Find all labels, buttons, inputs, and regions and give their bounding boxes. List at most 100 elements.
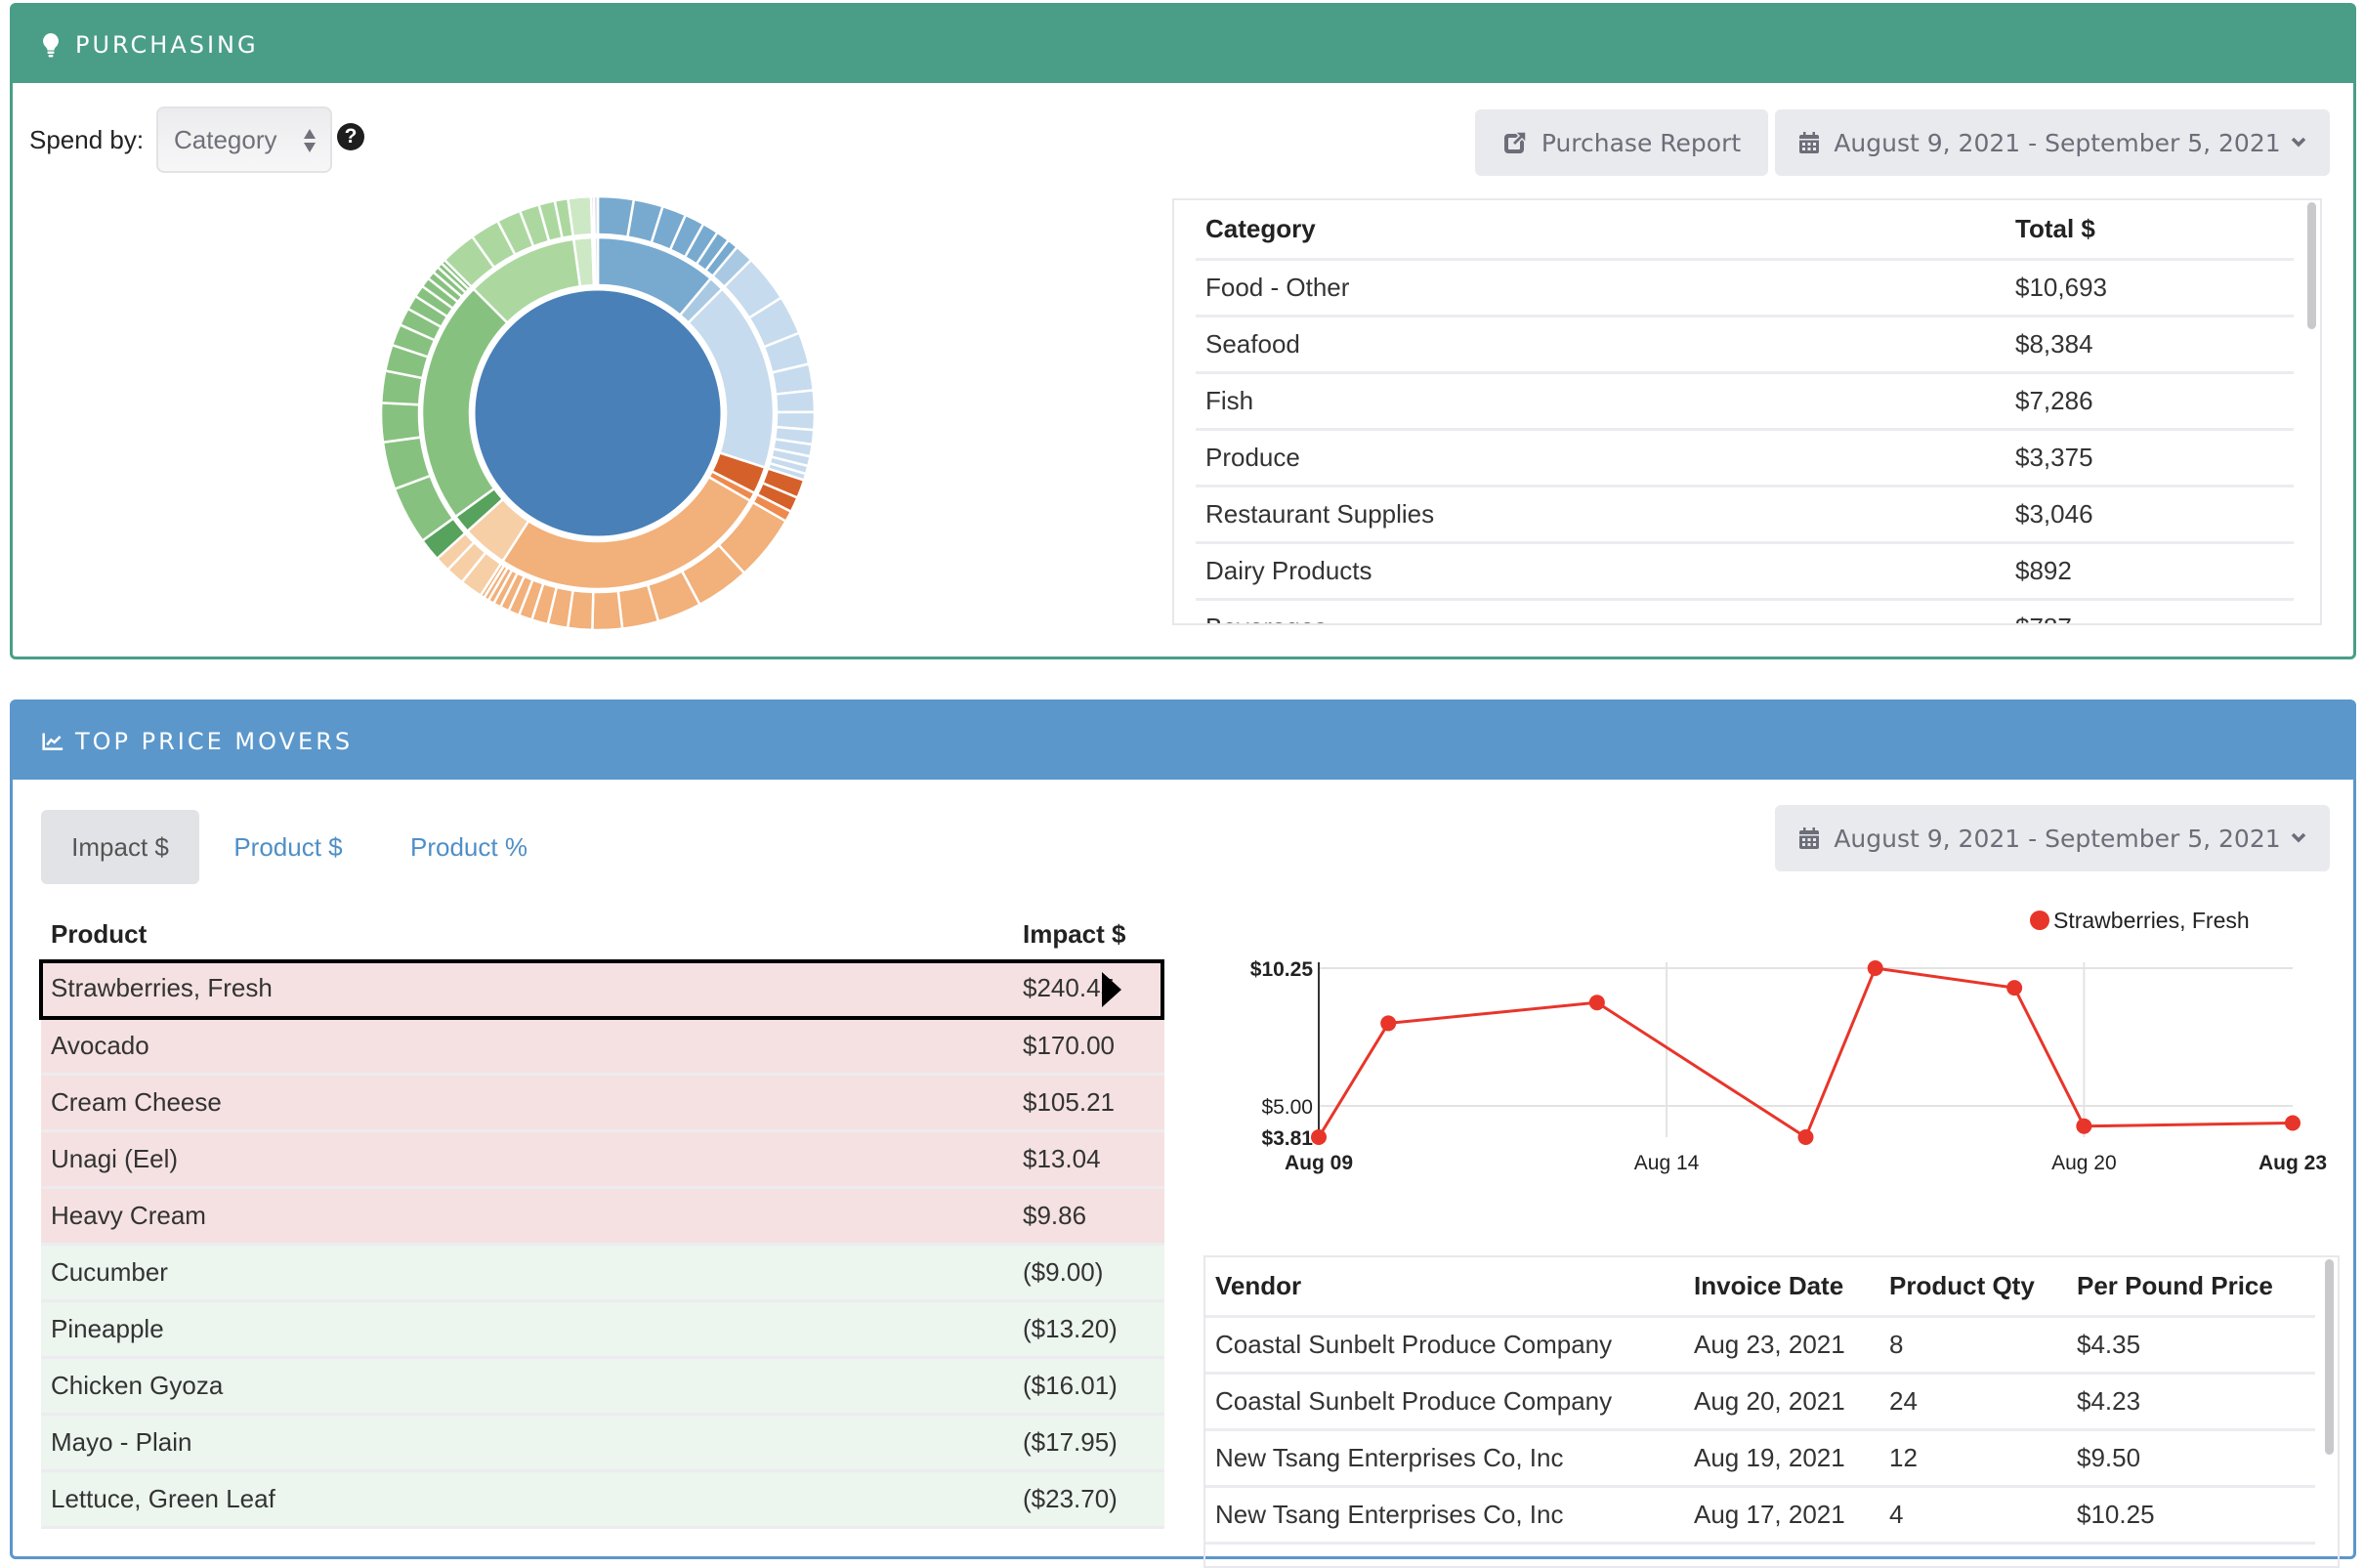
y-tick-label: $5.00 xyxy=(1261,1096,1313,1119)
category-table-scrollbar[interactable] xyxy=(2307,202,2316,329)
lightbulb-icon xyxy=(42,32,63,58)
sunburst-ring2-segment[interactable] xyxy=(567,194,594,238)
series-line-strawberries xyxy=(1317,966,2294,1140)
header-product-qty[interactable]: Product Qty xyxy=(1879,1257,2067,1318)
sunburst-ring2-segment[interactable] xyxy=(592,194,600,236)
header-product[interactable]: Product xyxy=(41,909,1013,960)
per-pound-price: $9.50 xyxy=(2067,1429,2315,1488)
legend-marker xyxy=(2030,911,2049,930)
vendor-table-container: Vendor Invoice Date Product Qty Per Poun… xyxy=(1203,1255,2340,1568)
x-tick-label: Aug 14 xyxy=(1634,1152,1700,1174)
sunburst-ring1-segment[interactable] xyxy=(593,235,600,287)
spend-by-value: Category xyxy=(174,124,277,154)
header-vendor[interactable]: Vendor xyxy=(1205,1257,1684,1318)
category-name: Dairy Products xyxy=(1196,542,2005,601)
product-name: Avocado xyxy=(41,1017,1013,1076)
category-row[interactable]: Food - Other $10,693 xyxy=(1196,259,2294,318)
category-total: $10,693 xyxy=(2005,259,2294,318)
header-total[interactable]: Total $ xyxy=(2005,200,2294,261)
sunburst-ring2-segment[interactable] xyxy=(774,389,817,414)
price-mover-row[interactable]: Mayo - Plain ($17.95) xyxy=(41,1414,1164,1472)
vendor-table-scrollbar[interactable] xyxy=(2325,1259,2334,1455)
price-mover-row[interactable]: Cucumber ($9.00) xyxy=(41,1244,1164,1302)
vendor-table-header: Vendor Invoice Date Product Qty Per Poun… xyxy=(1205,1257,2315,1318)
data-point[interactable] xyxy=(1867,960,1883,976)
price-mover-row[interactable]: Chicken Gyoza ($16.01) xyxy=(41,1357,1164,1416)
category-total: $892 xyxy=(2005,542,2294,601)
header-per-pound-price[interactable]: Per Pound Price xyxy=(2067,1257,2315,1318)
calendar-icon xyxy=(1798,131,1820,154)
select-arrows-icon xyxy=(303,127,317,154)
product-name: Unagi (Eel) xyxy=(41,1130,1013,1189)
spend-by-select[interactable]: Category xyxy=(156,106,332,173)
price-mover-row[interactable]: Cream Cheese $105.21 xyxy=(41,1074,1164,1132)
per-pound-price: $4.23 xyxy=(2067,1373,2315,1431)
price-mover-row[interactable]: Pineapple ($13.20) xyxy=(41,1300,1164,1359)
header-invoice-date[interactable]: Invoice Date xyxy=(1684,1257,1879,1318)
price-movers-header: TOP PRICE MOVERS xyxy=(13,702,2353,780)
category-table-header: Category Total $ xyxy=(1196,200,2294,261)
sunburst-ring2-segment[interactable] xyxy=(591,589,624,632)
category-name: Food - Other xyxy=(1196,259,2005,318)
category-total: $7,286 xyxy=(2005,372,2294,431)
purchasing-title: PURCHASING xyxy=(75,30,259,59)
price-mover-row[interactable]: Unagi (Eel) $13.04 xyxy=(41,1130,1164,1189)
vendor-row[interactable]: New Tsang Enterprises Co, Inc Aug 17, 202… xyxy=(1205,1486,2315,1545)
chevron-down-icon xyxy=(2291,137,2306,148)
vendor-row[interactable]: Coastal Sunbelt Produce Company Aug 20, 2… xyxy=(1205,1373,2315,1431)
vendor-name: Coastal Sunbelt Produce Company xyxy=(1205,1373,1684,1431)
data-point[interactable] xyxy=(1588,995,1605,1011)
product-name: Strawberries, Fresh xyxy=(41,960,1013,1019)
data-point[interactable] xyxy=(1311,1129,1327,1145)
vendor-row[interactable]: Coastal Sunbelt Produce Company Aug 23, 2… xyxy=(1205,1316,2315,1375)
purchase-report-button[interactable]: Purchase Report xyxy=(1475,109,1768,176)
impact-value: $13.04 xyxy=(1013,1130,1164,1189)
tab-product-percent[interactable]: Product % xyxy=(396,810,542,884)
purchasing-date-range-button[interactable]: August 9, 2021 - September 5, 2021 xyxy=(1775,109,2330,176)
product-qty: 8 xyxy=(1879,1316,2067,1375)
price-mover-row[interactable]: Avocado $170.00 xyxy=(41,1017,1164,1076)
data-point[interactable] xyxy=(1797,1129,1814,1145)
invoice-date: Aug 20, 2021 xyxy=(1684,1373,1879,1431)
vendor-name: Coastal Sunbelt Produce Company xyxy=(1205,1316,1684,1375)
data-point[interactable] xyxy=(2076,1118,2092,1134)
tab-product-dollars[interactable]: Product $ xyxy=(220,810,357,884)
price-history-line-chart: $10.25 $5.00 $3.81Aug 09 Aug 14 Aug 20 Aug 23… xyxy=(1250,908,2327,1174)
header-category[interactable]: Category xyxy=(1196,200,2005,261)
category-row[interactable]: Seafood $8,384 xyxy=(1196,316,2294,374)
impact-value: $105.21 xyxy=(1013,1074,1164,1132)
vendor-row[interactable]: New Tsang Enterprises Co, Inc Aug 19, 202… xyxy=(1205,1429,2315,1488)
price-mover-row[interactable]: Heavy Cream $9.86 xyxy=(41,1187,1164,1246)
y-tick-label: $3.81 xyxy=(1261,1127,1313,1150)
category-row[interactable]: Restaurant Supplies $3,046 xyxy=(1196,486,2294,544)
mouse-cursor-icon xyxy=(1102,972,1121,1007)
category-total: $3,046 xyxy=(2005,486,2294,544)
tab-impact-dollars[interactable]: Impact $ xyxy=(41,810,199,884)
category-row[interactable]: Dairy Products $892 xyxy=(1196,542,2294,601)
purchase-report-label: Purchase Report xyxy=(1541,128,1742,157)
external-link-icon xyxy=(1502,130,1528,155)
data-point[interactable] xyxy=(1380,1015,1397,1032)
category-row[interactable]: Produce $3,375 xyxy=(1196,429,2294,487)
data-point[interactable] xyxy=(2006,980,2023,996)
category-row[interactable]: Beverages$787 xyxy=(1196,599,2294,623)
movers-date-range: August 9, 2021 - September 5, 2021 xyxy=(1834,824,2281,853)
category-total: $3,375 xyxy=(2005,429,2294,487)
product-name: Mayo - Plain xyxy=(41,1414,1013,1472)
impact-value: $170.00 xyxy=(1013,1017,1164,1076)
price-mover-row[interactable]: Strawberries, Fresh $240.45 xyxy=(41,960,1164,1019)
category-total: $787 xyxy=(2005,599,2294,623)
impact-value: ($13.20) xyxy=(1013,1300,1164,1359)
category-table-container: Category Total $ Food - Other $10,693 Seaf… xyxy=(1172,198,2322,625)
purchasing-header: PURCHASING xyxy=(13,6,2353,83)
header-impact[interactable]: Impact $ xyxy=(1013,909,1164,960)
category-name: Beverages xyxy=(1196,599,2005,623)
category-row[interactable]: Fish $7,286 xyxy=(1196,372,2294,431)
movers-date-range-button[interactable]: August 9, 2021 - September 5, 2021 xyxy=(1775,805,2330,871)
data-point[interactable] xyxy=(2285,1115,2301,1131)
price-mover-row[interactable]: Lettuce, Green Leaf ($23.70) xyxy=(41,1470,1164,1529)
sunburst-ring2-segment[interactable] xyxy=(379,402,423,445)
help-icon[interactable]: ? xyxy=(337,123,364,150)
price-movers-title: TOP PRICE MOVERS xyxy=(75,727,354,755)
sunburst-root[interactable] xyxy=(472,287,724,539)
